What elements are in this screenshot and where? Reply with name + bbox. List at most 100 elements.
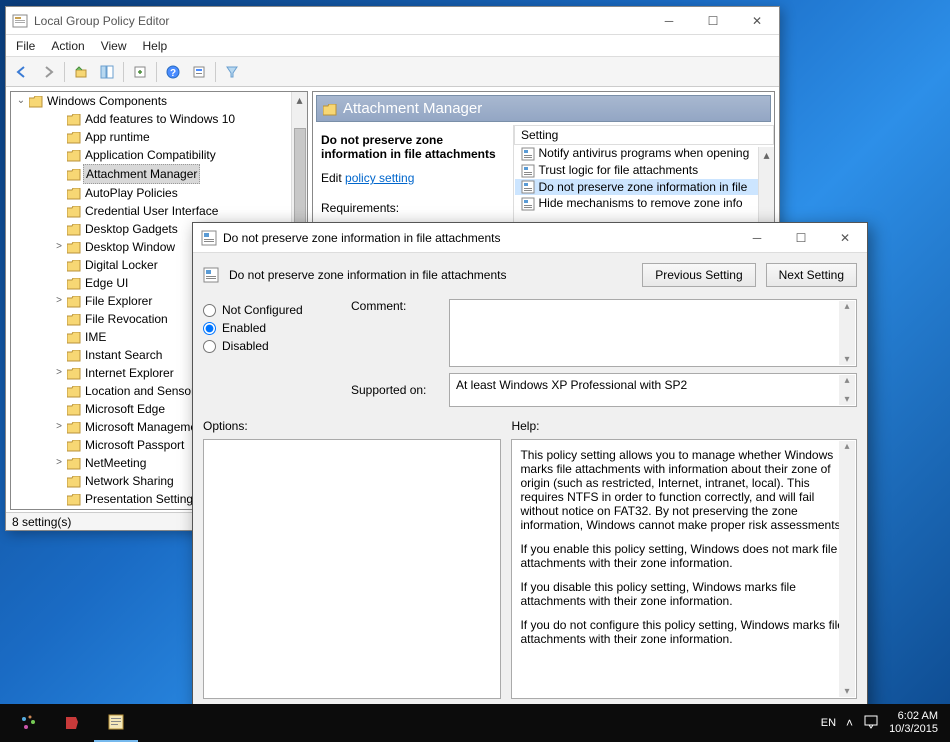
radio-enabled[interactable]: Enabled [203,321,343,335]
options-label: Options: [203,419,501,433]
maximize-button[interactable]: ☐ [691,7,735,35]
export-button[interactable] [128,60,152,84]
tree-item[interactable]: Credential User Interface [53,202,307,220]
comment-label: Comment: [351,299,441,313]
back-button[interactable] [10,60,34,84]
col-setting[interactable]: Setting [515,126,774,145]
close-button[interactable]: ✕ [735,7,779,35]
radio-not-configured[interactable]: Not Configured [203,303,343,317]
folder-icon [67,295,81,307]
help-box[interactable]: This policy setting allows you to manage… [511,439,857,699]
folder-icon [67,277,81,289]
help-label: Help: [511,419,857,433]
supported-label: Supported on: [351,383,441,397]
next-setting-button[interactable]: Next Setting [766,263,857,287]
supported-scrollbar[interactable]: ▴▾ [839,375,855,405]
folder-icon [67,421,81,433]
setting-row[interactable]: Do not preserve zone information in file [515,179,774,196]
tree-item-label: Credential User Interface [83,202,220,220]
tree-item-label: Microsoft Management [83,418,209,436]
tree-item-label: Instant Search [83,346,164,364]
menu-view[interactable]: View [101,39,127,53]
tree-item[interactable]: Add features to Windows 10 [53,110,307,128]
tree-item-label: File Explorer [83,292,154,310]
menu-file[interactable]: File [16,39,35,53]
tree-item-label: Digital Locker [83,256,160,274]
tree-item[interactable]: Application Compatibility [53,146,307,164]
minimize-button[interactable]: ─ [647,7,691,35]
expand-icon[interactable]: > [53,364,65,382]
gpedit-titlebar: Local Group Policy Editor ─ ☐ ✕ [6,7,779,35]
edit-policy-link[interactable]: policy setting [345,171,414,185]
tree-item-label: Add features to Windows 10 [83,110,237,128]
folder-icon [67,205,81,217]
tree-item-label: Microsoft Edge [83,400,167,418]
help-button[interactable]: ? [161,60,185,84]
dialog-close-button[interactable]: ✕ [823,224,867,252]
menu-help[interactable]: Help [143,39,168,53]
setting-row[interactable]: Notify antivirus programs when opening [515,145,774,162]
tree-item-label: Desktop Gadgets [83,220,180,238]
tree-item-label: File Revocation [83,310,170,328]
dialog-subtitle: Do not preserve zone information in file… [229,268,506,282]
folder-icon [67,241,81,253]
expand-icon[interactable]: > [53,454,65,472]
taskbar: EN ˄ 6:02 AM 10/3/2015 [0,704,950,742]
dialog-minimize-button[interactable]: ─ [735,224,779,252]
folder-icon [67,493,81,505]
tree-item-label: Location and Sensors [83,382,203,400]
taskbar-app2-icon[interactable] [50,704,94,742]
tree-item[interactable]: App runtime [53,128,307,146]
tray-chevron-icon[interactable]: ˄ [846,716,853,730]
setting-label: Hide mechanisms to remove zone info [539,196,743,210]
setting-row[interactable]: Hide mechanisms to remove zone info [515,195,774,212]
tree-item[interactable]: AutoPlay Policies [53,184,307,202]
filter-button[interactable] [220,60,244,84]
show-hide-tree-button[interactable] [95,60,119,84]
scroll-up-icon[interactable]: ▴ [292,92,307,108]
setting-icon [521,147,535,161]
setting-icon [521,197,535,211]
tree-item-label: Edge UI [83,274,130,292]
previous-setting-button[interactable]: Previous Setting [642,263,755,287]
folder-icon [29,95,43,107]
help-scrollbar[interactable]: ▴▾ [839,441,855,697]
policy-icon [203,267,219,283]
folder-icon [67,313,81,325]
expand-icon[interactable]: > [53,238,65,256]
tree-root[interactable]: ⌄ Windows Components [15,92,307,110]
folder-icon [67,331,81,343]
setting-row[interactable]: Trust logic for file attachments [515,162,774,179]
tree-item-label: AutoPlay Policies [83,184,180,202]
properties-button[interactable] [187,60,211,84]
setting-label: Do not preserve zone information in file [539,180,748,194]
folder-icon [67,259,81,271]
requirements-label: Requirements: [321,201,505,215]
folder-icon [67,475,81,487]
up-button[interactable] [69,60,93,84]
taskbar-clock[interactable]: 6:02 AM 10/3/2015 [889,710,938,736]
action-center-icon[interactable] [863,714,879,733]
taskbar-gpedit-icon[interactable] [94,704,138,742]
comment-scrollbar[interactable]: ▴▾ [839,301,855,365]
setting-icon [521,180,535,194]
comment-textarea[interactable]: ▴▾ [449,299,857,367]
menu-action[interactable]: Action [51,39,84,53]
collapse-icon[interactable]: ⌄ [15,92,27,110]
taskbar-app1-icon[interactable] [6,704,50,742]
tree-item-label: Desktop Window [83,238,177,256]
scroll-up-icon[interactable]: ▴ [759,147,774,163]
dialog-titlebar: Do not preserve zone information in file… [193,223,867,253]
expand-icon[interactable]: > [53,292,65,310]
forward-button[interactable] [36,60,60,84]
tree-item[interactable]: Attachment Manager [53,164,307,184]
dialog-maximize-button[interactable]: ☐ [779,224,823,252]
policy-icon [201,230,217,246]
gpedit-title: Local Group Policy Editor [34,14,647,28]
supported-on-box: At least Windows XP Professional with SP… [449,373,857,407]
toolbar: ? [6,57,779,87]
language-indicator[interactable]: EN [821,717,836,729]
radio-disabled[interactable]: Disabled [203,339,343,353]
folder-icon [67,168,81,180]
expand-icon[interactable]: > [53,418,65,436]
